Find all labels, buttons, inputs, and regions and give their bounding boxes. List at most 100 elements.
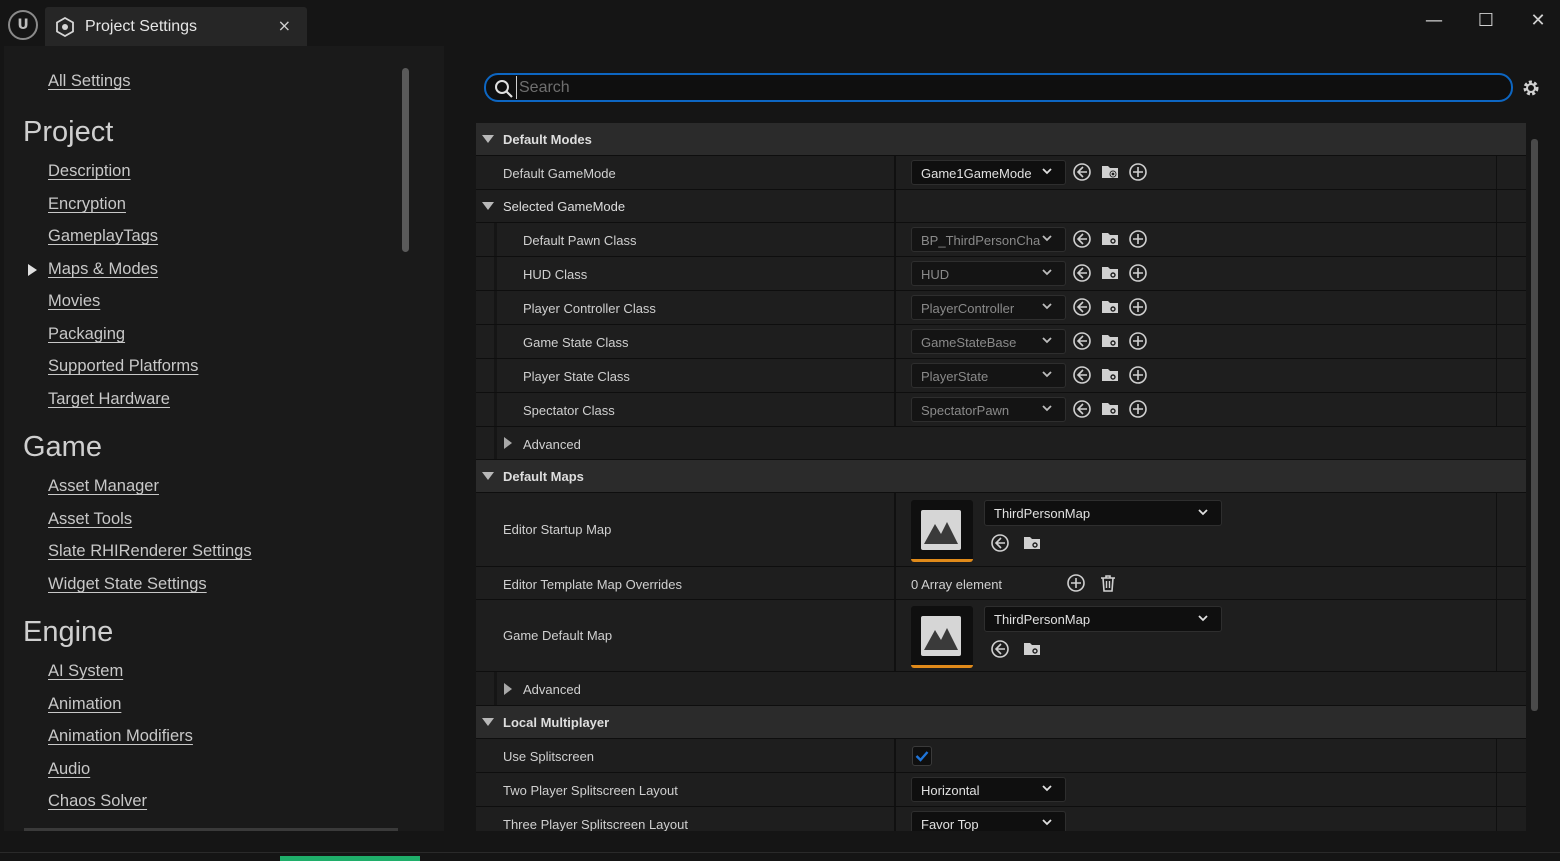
browse-folder-icon[interactable] [1100,229,1120,249]
sidebar-item-supported-platforms[interactable]: Supported Platforms [48,357,198,376]
settings-sidebar: All Settings Project Description Encrypt… [4,46,444,831]
browse-folder-icon[interactable] [1022,639,1042,659]
expand-arrow-icon[interactable] [504,437,512,449]
sidebar-item-asset-manager[interactable]: Asset Manager [48,477,159,496]
category-selected-gamemode[interactable]: Selected GameMode [476,190,1526,223]
category-default-maps[interactable]: Default Maps [476,460,1526,493]
browse-folder-icon[interactable] [1100,399,1120,419]
trash-icon[interactable] [1098,573,1118,593]
add-icon[interactable] [1128,365,1148,385]
use-selected-icon[interactable] [1072,229,1092,249]
browse-folder-icon[interactable] [1100,297,1120,317]
use-selected-icon[interactable] [1072,331,1092,351]
startup-map-combo[interactable]: ThirdPersonMap [984,500,1222,526]
hud-combo[interactable]: HUD [911,261,1066,286]
column-divider[interactable] [894,156,896,189]
sidebar-item-packaging[interactable]: Packaging [48,325,125,344]
column-divider[interactable] [894,567,896,599]
sidebar-item-chaos-solver[interactable]: Chaos Solver [48,792,147,811]
sidebar-item-ai-system[interactable]: AI System [48,662,123,681]
collapse-arrow-icon[interactable] [482,202,494,210]
category-local-multiplayer[interactable]: Local Multiplayer [476,706,1526,739]
use-selected-icon[interactable] [1072,162,1092,182]
sidebar-item-target-hardware[interactable]: Target Hardware [48,390,170,409]
column-divider[interactable] [894,325,896,358]
add-icon[interactable] [1128,399,1148,419]
map-thumbnail[interactable] [911,606,973,668]
window-close-button[interactable]: ✕ [1525,8,1551,34]
maximize-button[interactable]: ☐ [1473,8,1499,34]
player-controller-combo[interactable]: PlayerController [911,295,1066,320]
browse-folder-icon[interactable] [1100,162,1120,182]
tab-project-settings[interactable]: Project Settings × [45,7,307,46]
sidebar-item-animation[interactable]: Animation [48,695,121,714]
column-divider[interactable] [894,807,896,831]
sidebar-item-animation-modifiers[interactable]: Animation Modifiers [48,727,193,746]
browse-folder-icon[interactable] [1100,263,1120,283]
column-divider[interactable] [894,393,896,426]
browse-folder-icon[interactable] [1022,533,1042,553]
sidebar-item-asset-tools[interactable]: Asset Tools [48,510,132,529]
close-tab-icon[interactable]: × [278,16,291,35]
sidebar-hscrollbar[interactable] [24,828,398,831]
sidebar-all-settings[interactable]: All Settings [48,72,131,91]
add-icon[interactable] [1128,263,1148,283]
category-default-modes[interactable]: Default Modes [476,123,1526,156]
sidebar-item-gameplaytags[interactable]: GameplayTags [48,227,158,246]
sidebar-item-movies[interactable]: Movies [48,292,100,311]
use-selected-icon[interactable] [1072,297,1092,317]
advanced-row[interactable]: Advanced [476,427,1526,460]
sidebar-item-slate-rhirenderer[interactable]: Slate RHIRenderer Settings [48,542,252,561]
two-player-layout-combo[interactable]: Horizontal [911,777,1066,802]
collapse-arrow-icon[interactable] [482,135,494,143]
pawn-combo[interactable]: BP_ThirdPersonCha [911,227,1066,252]
player-state-combo[interactable]: PlayerState [911,363,1066,388]
gamemode-combo[interactable]: Game1GameMode [911,160,1066,185]
game-state-combo[interactable]: GameStateBase [911,329,1066,354]
sidebar-item-widget-state[interactable]: Widget State Settings [48,575,207,594]
sidebar-item-encryption[interactable]: Encryption [48,195,126,214]
column-divider[interactable] [894,600,896,671]
collapse-arrow-icon[interactable] [482,718,494,726]
browse-folder-icon[interactable] [1100,331,1120,351]
sidebar-item-description[interactable]: Description [48,162,131,181]
use-selected-icon[interactable] [1072,365,1092,385]
game-default-map-combo[interactable]: ThirdPersonMap [984,606,1222,632]
add-icon[interactable] [1128,229,1148,249]
sidebar-item-audio[interactable]: Audio [48,760,90,779]
add-icon[interactable] [1128,331,1148,351]
use-selected-icon[interactable] [990,533,1010,553]
column-divider[interactable] [894,773,896,806]
minimize-button[interactable]: — [1421,8,1447,34]
column-divider[interactable] [894,223,896,256]
add-icon[interactable] [1128,162,1148,182]
column-divider[interactable] [894,359,896,392]
sidebar-scrollbar[interactable] [402,68,409,252]
spectator-combo[interactable]: SpectatorPawn [911,397,1066,422]
advanced-label: Advanced [523,437,581,452]
browse-folder-icon[interactable] [1100,365,1120,385]
unreal-logo-icon[interactable]: U [8,10,38,40]
property-row-three-player: Three Player Splitscreen Layout Favor To… [476,807,1526,831]
add-icon[interactable] [1128,297,1148,317]
map-thumbnail[interactable] [911,500,973,562]
use-selected-icon[interactable] [990,639,1010,659]
details-scrollbar[interactable] [1531,139,1538,711]
search-input[interactable] [516,76,1496,99]
use-selected-icon[interactable] [1072,399,1092,419]
column-divider[interactable] [894,493,896,566]
use-selected-icon[interactable] [1072,263,1092,283]
expand-arrow-icon[interactable] [504,683,512,695]
splitscreen-checkbox[interactable] [912,746,932,766]
column-divider[interactable] [894,257,896,290]
gear-icon[interactable] [1520,77,1542,99]
column-divider[interactable] [894,739,896,772]
column-divider[interactable] [894,291,896,324]
column-divider[interactable] [894,190,896,222]
advanced-row[interactable]: Advanced [476,672,1526,706]
sidebar-item-maps-modes[interactable]: Maps & Modes [48,260,158,279]
collapse-arrow-icon[interactable] [482,472,494,480]
add-icon[interactable] [1066,573,1086,593]
status-divider [0,852,1560,853]
three-player-layout-combo[interactable]: Favor Top [911,811,1066,831]
